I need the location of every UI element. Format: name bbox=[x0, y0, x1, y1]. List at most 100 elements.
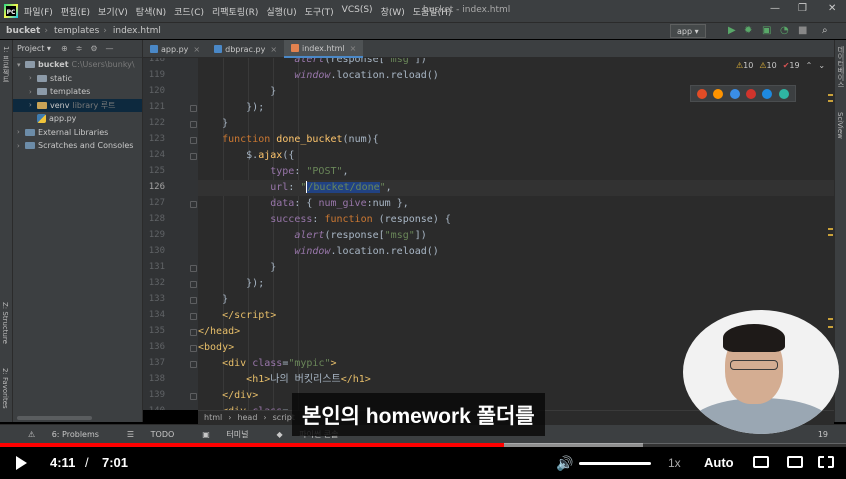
menu-item[interactable]: 보기(V) bbox=[98, 5, 128, 18]
close-window-button[interactable]: ✕ bbox=[828, 3, 836, 14]
menu-item[interactable]: 파일(F) bbox=[24, 5, 53, 18]
menu-item[interactable]: 실행(U) bbox=[266, 5, 296, 18]
menu-item[interactable]: 탐색(N) bbox=[136, 5, 166, 18]
tree-item[interactable]: › External Libraries bbox=[13, 126, 142, 140]
database-tool-button[interactable]: 데이터베이스 bbox=[836, 46, 846, 88]
subtitles-icon[interactable] bbox=[753, 456, 769, 468]
code-line[interactable]: success: function (response) { bbox=[198, 212, 834, 228]
code-line[interactable]: $.ajax({ bbox=[198, 148, 834, 164]
editor-tab[interactable]: index.html × bbox=[284, 40, 364, 58]
profile-icon[interactable]: ◔ bbox=[780, 25, 789, 36]
structure-tool-button[interactable]: Z: Structure bbox=[1, 302, 9, 344]
editor-tab[interactable]: dbprac.py × bbox=[207, 40, 284, 58]
crumb-head[interactable]: head bbox=[237, 413, 257, 422]
chevron-right-icon[interactable]: › bbox=[29, 74, 37, 82]
close-icon[interactable]: × bbox=[350, 44, 357, 53]
miniplayer-icon[interactable] bbox=[787, 456, 803, 468]
chevron-right-icon[interactable]: › bbox=[17, 128, 25, 136]
code-line[interactable]: } bbox=[198, 116, 834, 132]
code-line[interactable]: }); bbox=[198, 276, 834, 292]
fold-marker-icon[interactable] bbox=[190, 201, 197, 208]
code-line[interactable]: alert(response["msg"]) bbox=[198, 228, 834, 244]
restore-button[interactable]: ❐ bbox=[798, 3, 807, 14]
volume-icon[interactable]: 🔊 bbox=[556, 455, 573, 472]
collapse-icon[interactable]: ≑ bbox=[76, 44, 83, 53]
hide-icon[interactable]: — bbox=[106, 44, 114, 53]
menu-item[interactable]: 리팩토링(R) bbox=[212, 5, 258, 18]
favorites-tool-button[interactable]: 2: Favorites bbox=[1, 368, 9, 409]
chevron-right-icon[interactable]: › bbox=[29, 88, 37, 96]
play-button[interactable] bbox=[16, 456, 27, 470]
fold-marker-icon[interactable] bbox=[190, 137, 197, 144]
horizontal-scrollbar[interactable] bbox=[17, 416, 92, 420]
menu-item[interactable]: 도구(T) bbox=[305, 5, 334, 18]
firefox-icon[interactable] bbox=[713, 88, 724, 99]
chevron-right-icon[interactable]: › bbox=[29, 101, 37, 109]
code-line[interactable]: window.location.reload() bbox=[198, 244, 834, 260]
menu-item[interactable]: VCS(S) bbox=[342, 5, 373, 18]
close-icon[interactable]: × bbox=[193, 45, 200, 54]
locate-icon[interactable]: ⊕ bbox=[61, 44, 68, 53]
coverage-icon[interactable]: ▣ bbox=[762, 25, 771, 36]
project-view-select[interactable]: Project ▾ bbox=[17, 44, 51, 53]
breadcrumb-project[interactable]: bucket bbox=[6, 26, 40, 36]
error-stripe-marker[interactable] bbox=[828, 234, 833, 236]
tree-item[interactable]: › Scratches and Consoles bbox=[13, 139, 142, 153]
fold-marker-icon[interactable] bbox=[190, 393, 197, 400]
fold-marker-icon[interactable] bbox=[190, 153, 197, 160]
problems-tab[interactable]: ⚠ 6: Problems bbox=[14, 430, 99, 439]
tree-item[interactable]: › venv library 루트 bbox=[13, 98, 142, 112]
search-everywhere-icon[interactable]: ⌕ bbox=[822, 25, 828, 36]
error-stripe-marker[interactable] bbox=[828, 326, 833, 328]
breadcrumb-folder[interactable]: templates bbox=[54, 26, 99, 36]
crumb-html[interactable]: html bbox=[204, 413, 222, 422]
fold-marker-icon[interactable] bbox=[190, 121, 197, 128]
fold-marker-icon[interactable] bbox=[190, 313, 197, 320]
debug-icon[interactable]: ✹ bbox=[744, 25, 752, 36]
sciview-tool-button[interactable]: SciView bbox=[836, 112, 844, 139]
code-line[interactable]: } bbox=[198, 260, 834, 276]
breadcrumb-file[interactable]: index.html bbox=[113, 26, 161, 36]
todo-tab[interactable]: ☰ TODO bbox=[113, 430, 174, 439]
tree-item[interactable]: › static bbox=[13, 72, 142, 86]
run-configuration-select[interactable]: app ▾ bbox=[670, 24, 706, 38]
edge-icon[interactable] bbox=[778, 88, 789, 99]
fold-marker-icon[interactable] bbox=[190, 329, 197, 336]
fullscreen-icon[interactable] bbox=[818, 456, 834, 468]
gear-icon[interactable]: ⚙ bbox=[90, 44, 97, 53]
ie-icon[interactable] bbox=[762, 88, 773, 99]
editor-tab[interactable]: app.py × bbox=[143, 40, 207, 58]
error-stripe-marker[interactable] bbox=[828, 100, 833, 102]
close-icon[interactable]: × bbox=[270, 45, 277, 54]
project-tool-button[interactable]: 1: 프로젝트 bbox=[1, 46, 11, 83]
tree-item[interactable]: › templates bbox=[13, 85, 142, 99]
code-line[interactable]: url: "/bucket/done", bbox=[198, 180, 834, 196]
code-line[interactable]: window.location.reload() bbox=[198, 68, 834, 84]
fold-marker-icon[interactable] bbox=[190, 297, 197, 304]
volume-slider[interactable] bbox=[579, 462, 651, 465]
tree-item[interactable]: app.py bbox=[13, 112, 142, 126]
menu-item[interactable]: 편집(E) bbox=[61, 5, 90, 18]
inspection-widget[interactable]: ⚠10 ⚠10 ✔19 ⌃ ⌄ bbox=[736, 61, 825, 70]
run-icon[interactable]: ▶ bbox=[728, 25, 736, 36]
error-stripe-marker[interactable] bbox=[828, 318, 833, 320]
safari-icon[interactable] bbox=[729, 88, 740, 99]
tree-item[interactable]: ▾ bucket C:\Users\bunky\ bbox=[13, 58, 142, 72]
opera-icon[interactable] bbox=[746, 88, 757, 99]
code-line[interactable]: type: "POST", bbox=[198, 164, 834, 180]
fold-marker-icon[interactable] bbox=[190, 281, 197, 288]
playback-speed[interactable]: 1x bbox=[668, 456, 681, 470]
chevron-down-icon[interactable]: ▾ bbox=[17, 61, 25, 69]
menu-item[interactable]: 창(W) bbox=[381, 5, 405, 18]
fold-marker-icon[interactable] bbox=[190, 105, 197, 112]
fold-marker-icon[interactable] bbox=[190, 345, 197, 352]
chrome-icon[interactable] bbox=[697, 88, 708, 99]
minimize-button[interactable]: — bbox=[770, 3, 780, 14]
fold-marker-icon[interactable] bbox=[190, 265, 197, 272]
code-line[interactable]: function done_bucket(num){ bbox=[198, 132, 834, 148]
previous-highlight-icon[interactable]: ⌃ bbox=[806, 61, 813, 70]
code-line[interactable]: }); bbox=[198, 100, 834, 116]
menu-item[interactable]: 코드(C) bbox=[174, 5, 204, 18]
quality-setting[interactable]: Auto bbox=[704, 455, 734, 470]
stop-icon[interactable]: ■ bbox=[798, 25, 807, 36]
